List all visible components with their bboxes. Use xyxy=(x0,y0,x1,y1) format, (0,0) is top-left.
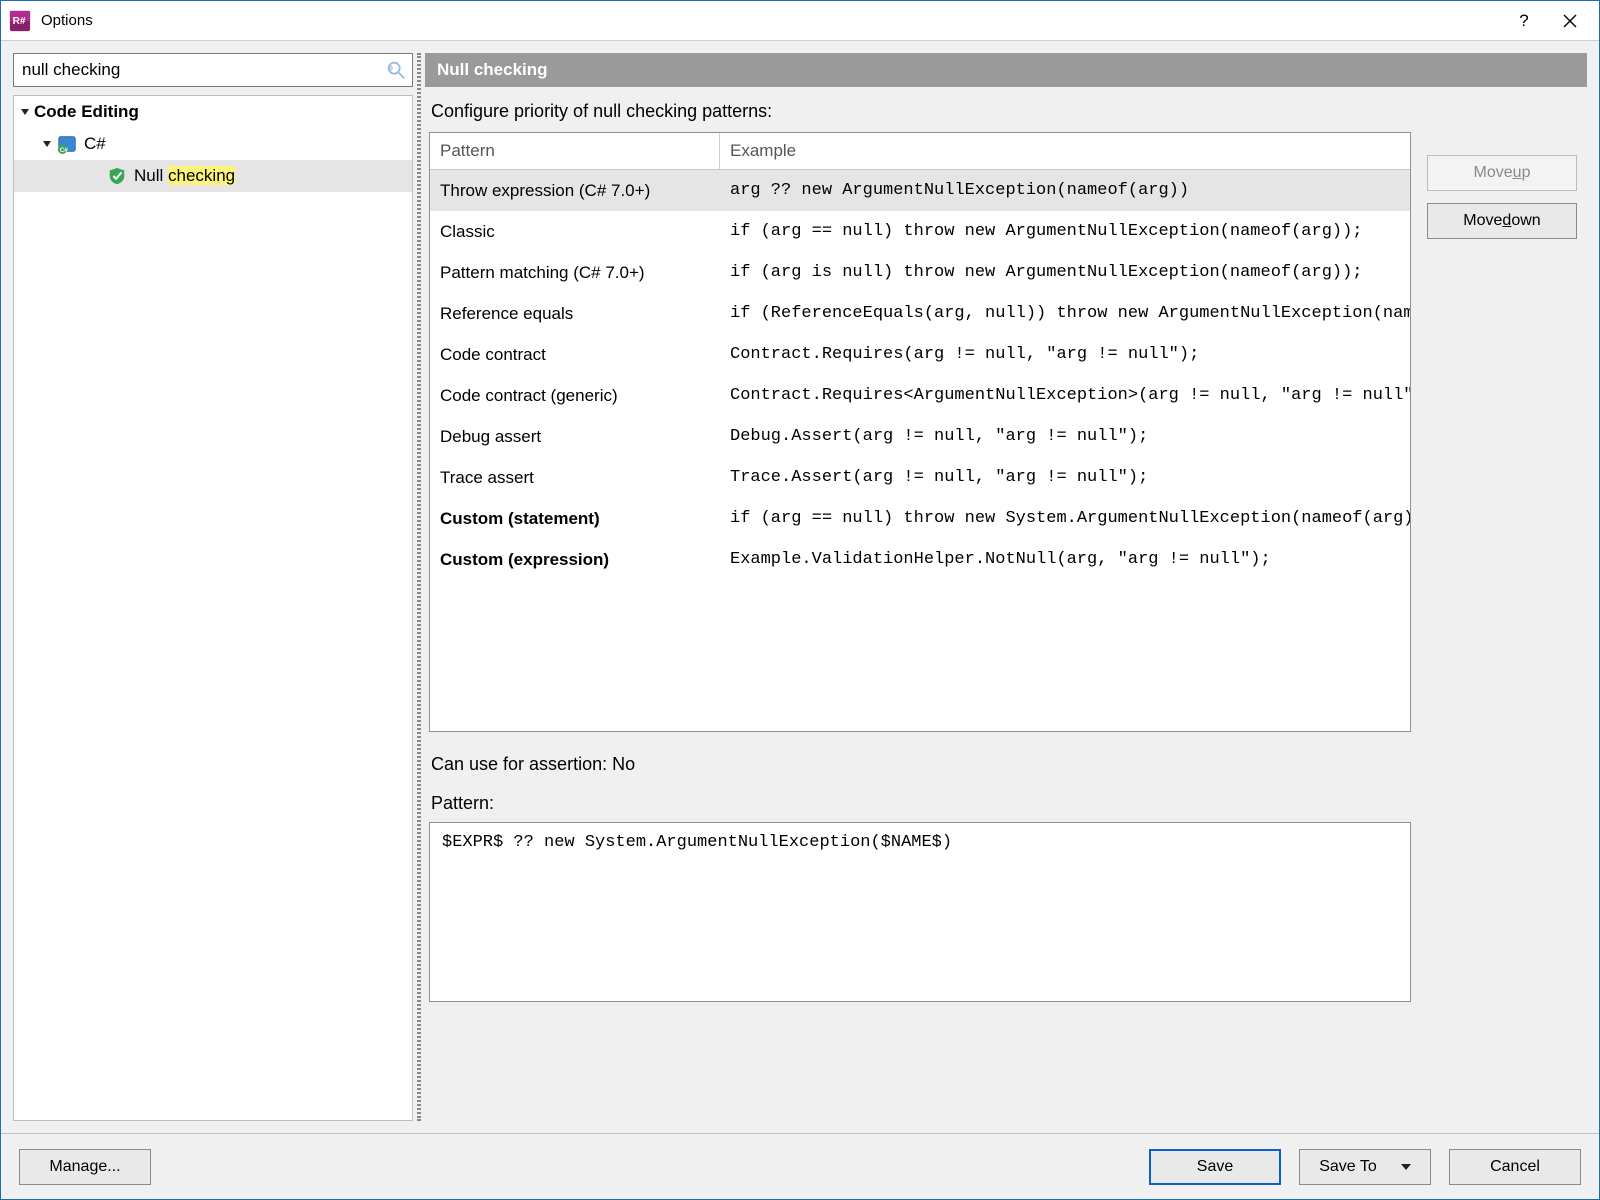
caret-icon xyxy=(21,109,29,115)
sidebar: Code Editing C# C# xyxy=(13,53,413,1121)
resharper-icon: R# xyxy=(9,10,31,32)
cell-pattern: Pattern matching (C# 7.0+) xyxy=(430,263,720,283)
svg-text:R#: R# xyxy=(13,15,26,26)
cell-pattern: Classic xyxy=(430,222,720,242)
move-up-button[interactable]: Move up xyxy=(1427,155,1577,191)
table-row[interactable]: Custom (statement)if (arg == null) throw… xyxy=(430,498,1410,539)
cell-example: Trace.Assert(arg != null, "arg != null")… xyxy=(720,468,1410,487)
cell-example: if (arg == null) throw new System.Argume… xyxy=(720,509,1410,528)
search-input[interactable] xyxy=(13,53,413,87)
caret-icon xyxy=(43,141,51,147)
tree-node-code-editing[interactable]: Code Editing xyxy=(14,96,412,128)
pattern-label: Pattern: xyxy=(429,793,1411,814)
options-tree[interactable]: Code Editing C# C# xyxy=(13,95,413,1121)
csharp-file-icon: C# xyxy=(56,133,78,155)
pattern-textbox[interactable]: $EXPR$ ?? new System.ArgumentNullExcepti… xyxy=(429,822,1411,1002)
cell-example: arg ?? new ArgumentNullException(nameof(… xyxy=(720,181,1410,200)
cancel-button[interactable]: Cancel xyxy=(1449,1149,1581,1185)
column-header-pattern[interactable]: Pattern xyxy=(430,133,720,169)
content-panel: Null checking Configure priority of null… xyxy=(425,53,1587,1121)
cell-example: if (arg == null) throw new ArgumentNullE… xyxy=(720,222,1410,241)
search-wrap xyxy=(13,53,413,87)
grid-header: Pattern Example xyxy=(430,133,1410,170)
manage-button[interactable]: Manage... xyxy=(19,1149,151,1185)
splitter[interactable] xyxy=(413,53,425,1121)
move-down-button[interactable]: Move down xyxy=(1427,203,1577,239)
content-main-column: Configure priority of null checking patt… xyxy=(429,101,1411,1111)
cell-example: Contract.Requires(arg != null, "arg != n… xyxy=(720,345,1410,364)
table-row[interactable]: Pattern matching (C# 7.0+)if (arg is nul… xyxy=(430,252,1410,293)
options-dialog: R# Options ? xyxy=(0,0,1600,1200)
table-row[interactable]: Debug assertDebug.Assert(arg != null, "a… xyxy=(430,416,1410,457)
cell-pattern: Custom (expression) xyxy=(430,550,720,570)
table-row[interactable]: Custom (expression)Example.ValidationHel… xyxy=(430,539,1410,580)
assertion-label: Can use for assertion: No xyxy=(429,754,1411,775)
cell-example: Example.ValidationHelper.NotNull(arg, "a… xyxy=(720,550,1410,569)
cell-pattern: Throw expression (C# 7.0+) xyxy=(430,181,720,201)
tree-label: C# xyxy=(84,134,106,154)
chevron-down-icon xyxy=(1401,1164,1411,1170)
help-button[interactable]: ? xyxy=(1501,5,1547,37)
cell-example: if (arg is null) throw new ArgumentNullE… xyxy=(720,263,1410,282)
table-row[interactable]: Code contractContract.Requires(arg != nu… xyxy=(430,334,1410,375)
cell-pattern: Code contract (generic) xyxy=(430,386,720,406)
content-body: Configure priority of null checking patt… xyxy=(425,87,1587,1121)
patterns-grid[interactable]: Pattern Example Throw expression (C# 7.0… xyxy=(429,132,1411,732)
tree-label: Null checking xyxy=(134,166,235,186)
table-row[interactable]: Classicif (arg == null) throw new Argume… xyxy=(430,211,1410,252)
close-button[interactable] xyxy=(1547,5,1593,37)
window-title: Options xyxy=(41,12,93,29)
cell-example: Contract.Requires<ArgumentNullException>… xyxy=(720,386,1410,405)
dialog-footer: Manage... Save Save To Cancel xyxy=(1,1133,1599,1199)
cell-example: Debug.Assert(arg != null, "arg != null")… xyxy=(720,427,1410,446)
grid-rows: Throw expression (C# 7.0+)arg ?? new Arg… xyxy=(430,170,1410,731)
column-header-example[interactable]: Example xyxy=(720,133,1410,169)
titlebar: R# Options ? xyxy=(1,1,1599,41)
tree-node-null-checking[interactable]: Null checking xyxy=(14,160,412,192)
cell-pattern: Reference equals xyxy=(430,304,720,324)
save-to-button[interactable]: Save To xyxy=(1299,1149,1431,1185)
cell-pattern: Custom (statement) xyxy=(430,509,720,529)
dialog-body: Code Editing C# C# xyxy=(1,41,1599,1133)
table-row[interactable]: Code contract (generic)Contract.Requires… xyxy=(430,375,1410,416)
cell-example: if (ReferenceEquals(arg, null)) throw ne… xyxy=(720,304,1410,323)
save-button[interactable]: Save xyxy=(1149,1149,1281,1185)
cell-pattern: Trace assert xyxy=(430,468,720,488)
cell-pattern: Code contract xyxy=(430,345,720,365)
tree-node-csharp[interactable]: C# C# xyxy=(14,128,412,160)
instruction-label: Configure priority of null checking patt… xyxy=(429,101,1411,122)
svg-text:C#: C# xyxy=(60,147,69,154)
search-icon xyxy=(385,59,407,81)
table-row[interactable]: Reference equalsif (ReferenceEquals(arg,… xyxy=(430,293,1410,334)
reorder-buttons: Move up Move down xyxy=(1427,101,1577,1111)
table-row[interactable]: Throw expression (C# 7.0+)arg ?? new Arg… xyxy=(430,170,1410,211)
page-title: Null checking xyxy=(425,53,1587,87)
cell-pattern: Debug assert xyxy=(430,427,720,447)
tree-label: Code Editing xyxy=(34,102,139,122)
shield-check-icon xyxy=(106,165,128,187)
table-row[interactable]: Trace assertTrace.Assert(arg != null, "a… xyxy=(430,457,1410,498)
